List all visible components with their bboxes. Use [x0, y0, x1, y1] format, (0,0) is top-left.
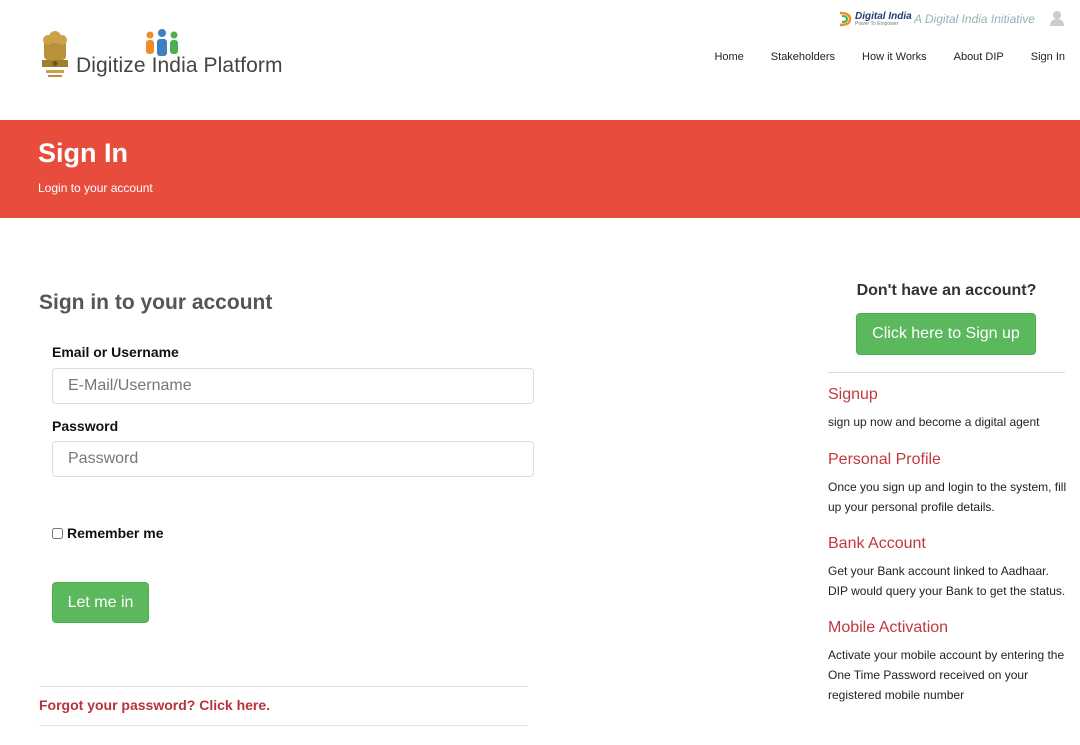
digital-india-mark-icon: [839, 11, 852, 27]
form-heading: Sign in to your account: [39, 291, 273, 314]
signup-prompt: Don't have an account?: [856, 282, 1037, 299]
section-text: Once you sign up and login to the system…: [828, 480, 1067, 514]
password-label: Password: [52, 418, 119, 434]
divider: [39, 725, 528, 726]
site-header: Digitize India Platform Digital India Po…: [0, 0, 1080, 120]
digital-india-logo[interactable]: Digital India Power To Empower: [838, 11, 912, 27]
sidebar-section-mobile-activation: Mobile Activation Activate your mobile a…: [828, 619, 1068, 705]
password-input[interactable]: [52, 441, 534, 477]
nav-stakeholders[interactable]: Stakeholders: [771, 51, 835, 63]
national-emblem-icon: [42, 31, 68, 77]
nav-home[interactable]: Home: [714, 51, 743, 63]
section-text: Activate your mobile account by entering…: [828, 648, 1065, 702]
sidebar-section-bank-account: Bank Account Get your Bank account linke…: [828, 535, 1068, 601]
forgot-password-link[interactable]: Forgot your password? Click here.: [39, 697, 270, 713]
sidebar-section-personal-profile: Personal Profile Once you sign up and lo…: [828, 451, 1068, 517]
remember-me-checkbox[interactable]: [52, 527, 63, 539]
section-title: Bank Account: [828, 535, 926, 552]
main-nav: Home Stakeholders How it Works About DIP…: [687, 51, 1065, 63]
section-title: Mobile Activation: [828, 619, 949, 636]
remember-me-label: Remember me: [67, 525, 164, 541]
digital-india-tagline: A Digital India Initiative: [914, 12, 1035, 26]
section-text: Get your Bank account linked to Aadhaar.…: [828, 564, 1066, 598]
site-logo[interactable]: Digitize India Platform: [38, 28, 282, 80]
page-title: Sign In: [38, 138, 128, 168]
digital-india-slogan: Power To Empower: [855, 20, 899, 27]
divider: [39, 686, 528, 687]
nav-sign-in[interactable]: Sign In: [1031, 51, 1065, 63]
email-input[interactable]: [52, 368, 534, 404]
sidebar-section-signup: Signup sign up now and become a digital …: [828, 386, 1068, 432]
page-subtitle: Login to your account: [38, 181, 153, 195]
signup-button[interactable]: Click here to Sign up: [856, 313, 1036, 355]
nav-about-dip[interactable]: About DIP: [954, 51, 1004, 63]
email-label: Email or Username: [52, 344, 179, 360]
login-button[interactable]: Let me in: [52, 582, 149, 623]
section-title: Personal Profile: [828, 451, 941, 468]
digital-india-name: Digital India: [855, 10, 912, 22]
remember-me[interactable]: Remember me: [52, 525, 164, 541]
nav-how-it-works[interactable]: How it Works: [862, 51, 927, 63]
sidebar-divider: [828, 372, 1065, 373]
section-text: sign up now and become a digital agent: [828, 415, 1040, 429]
section-title: Signup: [828, 386, 878, 403]
people-logo-icon: [146, 29, 178, 56]
page-banner: Sign In Login to your account: [0, 120, 1080, 218]
user-icon[interactable]: [1049, 10, 1065, 26]
logo-text: Digitize India Platform: [76, 54, 283, 77]
